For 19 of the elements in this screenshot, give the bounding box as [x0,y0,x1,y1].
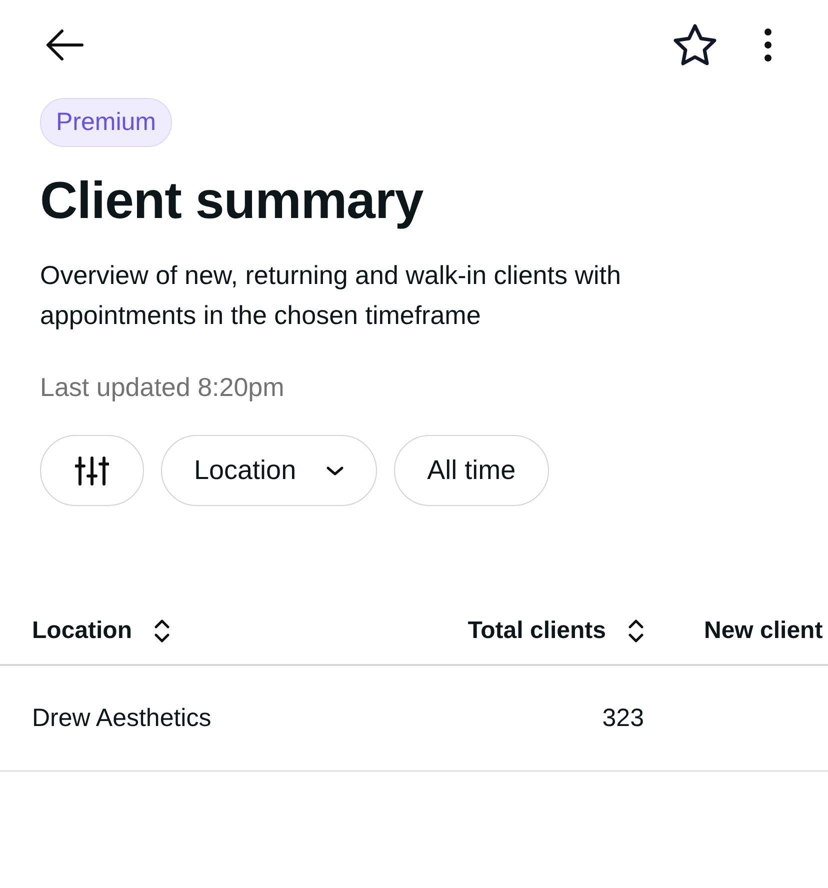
back-button[interactable] [44,28,84,62]
column-header[interactable]: Total clients [468,617,644,645]
timeframe-button[interactable]: All time [394,435,549,506]
sliders-icon [75,454,109,486]
premium-badge: Premium [40,98,172,147]
table-cell: 323 [602,704,644,732]
chevron-down-icon [326,466,344,476]
last-updated-text: Last updated 8:20pm [40,371,286,404]
table-cell: Drew Aesthetics [32,704,212,732]
page-title: Client summary [40,171,424,232]
column-header[interactable]: Location [32,617,170,645]
favorite-button[interactable] [672,23,718,67]
more-icon [764,28,772,62]
description: Overview of new, returning and walk-in clients with appointments in the chosen timeframe [40,259,622,332]
column-header: New client [704,617,823,645]
star-icon [672,23,718,67]
more-button[interactable] [764,28,772,62]
back-arrow-icon [44,28,84,62]
location-dropdown[interactable]: Location [161,435,378,506]
